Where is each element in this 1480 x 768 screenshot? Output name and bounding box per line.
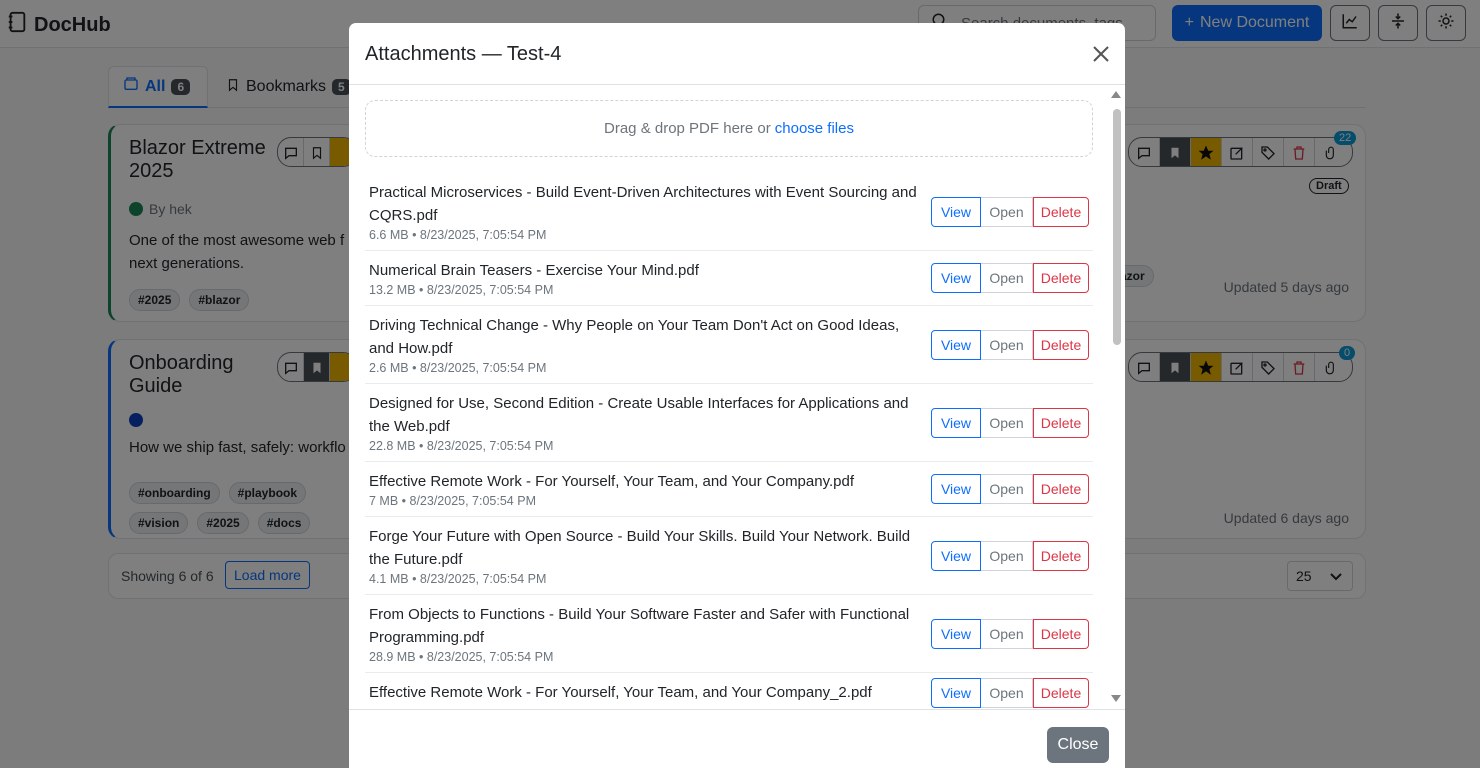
- view-button[interactable]: View: [931, 263, 981, 293]
- attachment-name: Designed for Use, Second Edition - Creat…: [369, 395, 909, 435]
- modal-title: Attachments — Test-4: [365, 43, 562, 65]
- attachment-meta: 2.6 MB • 8/23/2025, 7:05:54 PM: [369, 361, 547, 375]
- view-button[interactable]: View: [931, 474, 981, 504]
- attachment-meta: 28.9 MB • 8/23/2025, 7:05:54 PM: [369, 650, 554, 664]
- attachment-name: Forge Your Future with Open Source - Bui…: [369, 528, 911, 568]
- open-button[interactable]: Open: [981, 474, 1033, 504]
- scroll-up-arrow[interactable]: [1111, 91, 1121, 98]
- view-button[interactable]: View: [931, 540, 981, 571]
- scroll-down-arrow[interactable]: [1111, 695, 1121, 702]
- attachment-actions: View Open Delete: [931, 263, 1089, 293]
- delete-button[interactable]: Delete: [1033, 263, 1089, 293]
- attachment-actions: View Open Delete: [931, 540, 1089, 571]
- modal-header: Attachments — Test-4: [349, 23, 1125, 85]
- open-button[interactable]: Open: [981, 540, 1033, 571]
- close-button[interactable]: Close: [1047, 727, 1109, 763]
- attachment-row: Numerical Brain Teasers - Exercise Your …: [365, 251, 1093, 306]
- delete-button[interactable]: Delete: [1033, 474, 1089, 504]
- attachment-meta: 6.6 MB • 8/23/2025, 7:05:54 PM: [369, 228, 547, 242]
- delete-button[interactable]: Delete: [1033, 329, 1089, 360]
- open-button[interactable]: Open: [981, 263, 1033, 293]
- open-button[interactable]: Open: [981, 329, 1033, 360]
- dropzone-text: Drag & drop PDF here or: [604, 120, 771, 137]
- view-button[interactable]: View: [931, 196, 981, 227]
- open-button[interactable]: Open: [981, 407, 1033, 438]
- open-button[interactable]: Open: [981, 678, 1033, 708]
- attachment-actions: View Open Delete: [931, 196, 1089, 227]
- attachment-meta: 22.8 MB • 8/23/2025, 7:05:54 PM: [369, 439, 554, 453]
- delete-button[interactable]: Delete: [1033, 407, 1089, 438]
- attachment-name: Numerical Brain Teasers - Exercise Your …: [369, 262, 699, 279]
- attachments-modal: Attachments — Test-4 Drag & drop PDF her…: [349, 23, 1125, 768]
- attachment-actions: View Open Delete: [931, 407, 1089, 438]
- attachment-name: Driving Technical Change - Why People on…: [369, 317, 900, 357]
- close-icon[interactable]: [1090, 43, 1112, 65]
- attachment-row: Designed for Use, Second Edition - Creat…: [365, 384, 1093, 462]
- attachment-meta: 4.1 MB • 8/23/2025, 7:05:54 PM: [369, 572, 547, 586]
- attachment-list: Practical Microservices - Build Event-Dr…: [365, 173, 1093, 709]
- open-button[interactable]: Open: [981, 196, 1033, 227]
- attachment-row: Driving Technical Change - Why People on…: [365, 306, 1093, 384]
- open-button[interactable]: Open: [981, 618, 1033, 649]
- attachment-row: Practical Microservices - Build Event-Dr…: [365, 173, 1093, 251]
- attachment-row: Effective Remote Work - For Yourself, Yo…: [365, 462, 1093, 517]
- view-button[interactable]: View: [931, 618, 981, 649]
- modal-footer: Close: [349, 709, 1125, 768]
- delete-button[interactable]: Delete: [1033, 540, 1089, 571]
- attachment-row: Effective Remote Work - For Yourself, Yo…: [365, 673, 1093, 709]
- attachment-name: Practical Microservices - Build Event-Dr…: [369, 184, 917, 224]
- modal-body: Drag & drop PDF here or choose files Pra…: [349, 85, 1125, 709]
- view-button[interactable]: View: [931, 329, 981, 360]
- view-button[interactable]: View: [931, 678, 981, 708]
- attachment-actions: View Open Delete: [931, 678, 1089, 708]
- attachment-name: From Objects to Functions - Build Your S…: [369, 606, 910, 646]
- attachment-name: Effective Remote Work - For Yourself, Yo…: [369, 684, 872, 701]
- file-dropzone[interactable]: Drag & drop PDF here or choose files: [365, 100, 1093, 157]
- view-button[interactable]: View: [931, 407, 981, 438]
- choose-files-link[interactable]: choose files: [775, 120, 854, 137]
- attachment-actions: View Open Delete: [931, 329, 1089, 360]
- attachment-name: Effective Remote Work - For Yourself, Yo…: [369, 473, 854, 490]
- delete-button[interactable]: Delete: [1033, 618, 1089, 649]
- scrollbar-thumb[interactable]: [1113, 109, 1121, 345]
- attachment-actions: View Open Delete: [931, 618, 1089, 649]
- delete-button[interactable]: Delete: [1033, 678, 1089, 708]
- attachment-row: Forge Your Future with Open Source - Bui…: [365, 517, 1093, 595]
- attachment-actions: View Open Delete: [931, 474, 1089, 504]
- attachment-row: From Objects to Functions - Build Your S…: [365, 595, 1093, 673]
- delete-button[interactable]: Delete: [1033, 196, 1089, 227]
